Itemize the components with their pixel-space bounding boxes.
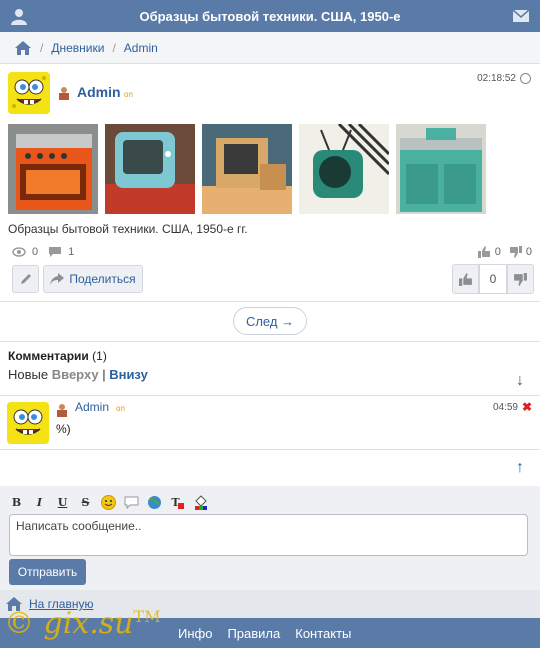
spongebob-avatar-image <box>7 402 49 444</box>
top-bar: Образцы бытовой техники. США, 1950-е <box>0 0 540 32</box>
scroll-up-icon[interactable]: ↑ <box>516 459 524 477</box>
edit-button[interactable] <box>12 265 39 293</box>
watermark-tm: TM <box>133 607 161 626</box>
diary-post: Admin on 02:18:52 Образцы бытовой техник… <box>0 64 540 302</box>
rating-value: 0 <box>479 264 507 294</box>
dislikes-count: 0 <box>525 246 532 258</box>
avatar[interactable] <box>7 402 49 444</box>
photo-gallery <box>8 124 486 214</box>
photo-blue-tv[interactable] <box>105 124 195 214</box>
photo-green-tv[interactable] <box>299 124 389 214</box>
sort-top-option[interactable]: Вверху <box>52 367 99 382</box>
thumbs-down-icon <box>514 272 528 286</box>
thumbs-up-icon <box>458 272 472 286</box>
comments-header: Комментарии (1) Новые Вверху | Внизу ↓ <box>0 342 540 396</box>
avatar[interactable] <box>8 72 50 114</box>
page-title: Образцы бытовой техники. США, 1950-е <box>139 8 401 24</box>
sort-bottom-option[interactable]: Внизу <box>109 367 148 382</box>
breadcrumb: / Дневники / Admin <box>0 32 540 64</box>
italic-icon[interactable]: I <box>31 494 48 510</box>
thumbs-down-icon <box>509 246 522 258</box>
sort-prefix: Новые <box>8 367 49 382</box>
text-color-icon[interactable]: T <box>169 494 186 510</box>
comments-count: 1 <box>68 246 75 258</box>
footer-info-link[interactable]: Инфо <box>178 626 212 641</box>
views-count: 0 <box>32 246 39 258</box>
share-label: Поделиться <box>69 272 136 286</box>
rating-box: 0 <box>452 264 534 294</box>
message-input[interactable]: Написать сообщение.. <box>9 514 528 556</box>
footer-links: Инфо Правила Контакты <box>178 626 351 641</box>
rank-icon <box>59 87 69 100</box>
scroll-up-row: ↑ <box>0 450 540 486</box>
comment-icon <box>49 247 62 257</box>
comments-title: Комментарии <box>8 349 89 363</box>
sort-separator: | <box>102 367 106 382</box>
comments-title-row: Комментарии (1) <box>8 349 107 363</box>
footer-contacts-link[interactable]: Контакты <box>295 626 351 641</box>
link-globe-icon[interactable] <box>146 494 163 510</box>
breadcrumb-diaries-link[interactable]: Дневники <box>51 41 104 55</box>
post-time: 02:18:52 <box>477 73 516 84</box>
comments-sort: Новые Вверху | Внизу <box>8 367 148 382</box>
eye-icon <box>12 247 26 257</box>
comment-time: 04:59 <box>492 402 518 413</box>
comment-text: %) <box>56 422 71 436</box>
breadcrumb-separator: / <box>40 40 44 55</box>
user-icon[interactable] <box>10 7 28 25</box>
underline-icon[interactable]: U <box>54 494 71 510</box>
bold-icon[interactable]: B <box>8 494 25 510</box>
breadcrumb-separator: / <box>112 40 116 55</box>
post-caption: Образцы бытовой техники. США, 1950-е гг. <box>8 222 248 236</box>
quote-icon[interactable] <box>123 494 140 510</box>
photo-teal-stove[interactable] <box>396 124 486 214</box>
like-button[interactable] <box>452 264 480 294</box>
footer-rules-link[interactable]: Правила <box>227 626 280 641</box>
rank-icon <box>57 404 67 417</box>
likes-count: 0 <box>494 246 501 258</box>
share-button[interactable]: Поделиться <box>43 265 143 293</box>
comment-editor: B I U S T Написать сообщение.. Отправить <box>0 486 540 590</box>
next-button[interactable]: След → <box>233 307 307 335</box>
comment-author[interactable]: Admin <box>75 400 109 414</box>
spongebob-avatar-image <box>8 72 50 114</box>
scroll-down-icon[interactable]: ↓ <box>516 372 524 390</box>
dislike-button[interactable] <box>506 264 534 294</box>
photo-orange-stove[interactable] <box>8 124 98 214</box>
pagination-row: След → <box>0 302 540 342</box>
send-button[interactable]: Отправить <box>9 559 86 585</box>
editor-toolbar: B I U S T <box>8 494 209 510</box>
thumbs-up-icon <box>477 246 490 258</box>
post-author[interactable]: Admin <box>77 84 121 100</box>
mail-icon[interactable] <box>512 8 530 24</box>
watermark: © gix.suTM <box>4 606 161 641</box>
strikethrough-icon[interactable]: S <box>77 494 94 510</box>
post-stats: 0 1 <box>12 246 74 258</box>
watermark-text: © gix.su <box>4 606 134 641</box>
home-icon[interactable] <box>14 40 32 56</box>
delete-icon[interactable]: ✖ <box>522 400 532 414</box>
comment-item: Admin on 04:59 ✖ %) <box>0 396 540 450</box>
post-votes: 0 0 <box>477 246 532 258</box>
smile-icon[interactable] <box>100 494 117 510</box>
photo-wooden-tv[interactable] <box>202 124 292 214</box>
share-icon <box>50 273 65 285</box>
online-status: on <box>116 404 125 413</box>
breadcrumb-admin-link[interactable]: Admin <box>124 41 158 55</box>
comments-count-label: (1) <box>92 349 107 363</box>
paint-bucket-icon[interactable] <box>192 494 209 510</box>
pencil-icon <box>20 274 31 284</box>
globe-icon <box>520 73 531 84</box>
online-status: on <box>124 90 133 99</box>
